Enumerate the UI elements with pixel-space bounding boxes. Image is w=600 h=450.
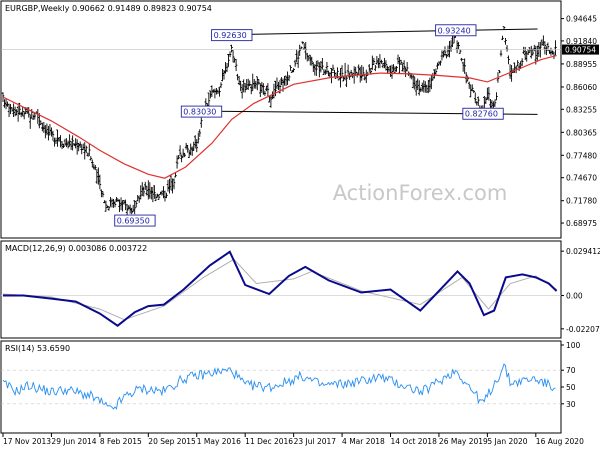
price-y-tick-label: 0.91840 bbox=[566, 37, 597, 46]
macd-panel-frame bbox=[0, 240, 562, 339]
rsi-panel: RSI(14) 53.6590 100 70 50 30 bbox=[0, 340, 581, 434]
price-y-tick-label: 0.88955 bbox=[566, 60, 597, 69]
time-axis-label: 16 Aug 2020 bbox=[536, 437, 584, 446]
macd-y-tick-label: 0.029412 bbox=[566, 247, 600, 256]
macd-panel: MACD(12,26,9) 0.003086 0.003722 0.029412… bbox=[0, 240, 600, 339]
watermark: ActionForex.com bbox=[333, 181, 508, 205]
time-axis-label: 8 Feb 2015 bbox=[100, 437, 142, 446]
level-annotation: 0.69350 bbox=[114, 214, 156, 227]
price-y-tick-label: 0.83255 bbox=[566, 105, 597, 114]
time-axis-label: 17 Nov 2013 bbox=[3, 437, 51, 446]
price-panel-header: EURGBP,Weekly 0.90662 0.91489 0.89823 0.… bbox=[5, 4, 212, 13]
time-axis-label: 14 Oct 2018 bbox=[390, 437, 437, 446]
level-annotation-label: 0.83030 bbox=[183, 108, 216, 117]
level-annotation: 0.82760 bbox=[462, 107, 504, 120]
price-y-tick-label: 0.77480 bbox=[566, 151, 597, 160]
last-price-label: 0.90754 bbox=[565, 46, 596, 55]
level-annotation-label: 0.69350 bbox=[117, 217, 150, 226]
price-y-tick-label: 0.80365 bbox=[566, 128, 597, 137]
rsi-y-tick-label: 100 bbox=[566, 341, 581, 350]
time-axis-label: 5 Jan 2020 bbox=[487, 437, 527, 446]
rsi-y-tick-label: 50 bbox=[566, 383, 576, 392]
price-panel: ActionForex.com EURGBP,Weekly 0.90662 0.… bbox=[0, 0, 599, 239]
time-axis-label: 29 Jun 2014 bbox=[51, 437, 96, 446]
rsi-panel-header: RSI(14) 53.6590 bbox=[5, 344, 70, 353]
price-y-tick-label: 0.86060 bbox=[566, 83, 597, 92]
time-axis-label: 4 Mar 2018 bbox=[342, 437, 385, 446]
price-y-tick-label: 0.74670 bbox=[566, 174, 597, 183]
time-axis-label: 26 May 2019 bbox=[439, 437, 488, 446]
price-y-tick-label: 0.68975 bbox=[566, 219, 597, 228]
macd-y-tick-label: -0.022074 bbox=[566, 325, 600, 334]
level-annotation: 0.92630 bbox=[211, 29, 253, 42]
rsi-y-tick-label: 70 bbox=[566, 366, 576, 375]
time-axis-label: 23 Jul 2017 bbox=[294, 437, 337, 446]
time-axis-label: 20 Sep 2015 bbox=[148, 437, 196, 446]
eurgbp-weekly-chart: ActionForex.com EURGBP,Weekly 0.90662 0.… bbox=[0, 0, 600, 450]
level-annotation-label: 0.82760 bbox=[465, 110, 498, 119]
macd-y-tick-label: 0.00 bbox=[566, 292, 583, 301]
rsi-y-tick-label: 30 bbox=[566, 400, 576, 409]
price-y-tick-label: 0.94645 bbox=[566, 15, 597, 24]
level-annotation-label: 0.92630 bbox=[214, 31, 247, 40]
time-axis-label: 11 Dec 2016 bbox=[245, 437, 293, 446]
level-annotation: 0.93240 bbox=[435, 24, 477, 37]
macd-panel-header: MACD(12,26,9) 0.003086 0.003722 bbox=[5, 244, 147, 253]
level-annotation: 0.83030 bbox=[180, 105, 223, 118]
time-axis-label: 1 May 2016 bbox=[197, 437, 241, 446]
level-annotation-label: 0.93240 bbox=[438, 26, 471, 35]
rsi-panel-frame bbox=[0, 340, 562, 434]
price-y-tick-label: 0.71780 bbox=[566, 197, 597, 206]
